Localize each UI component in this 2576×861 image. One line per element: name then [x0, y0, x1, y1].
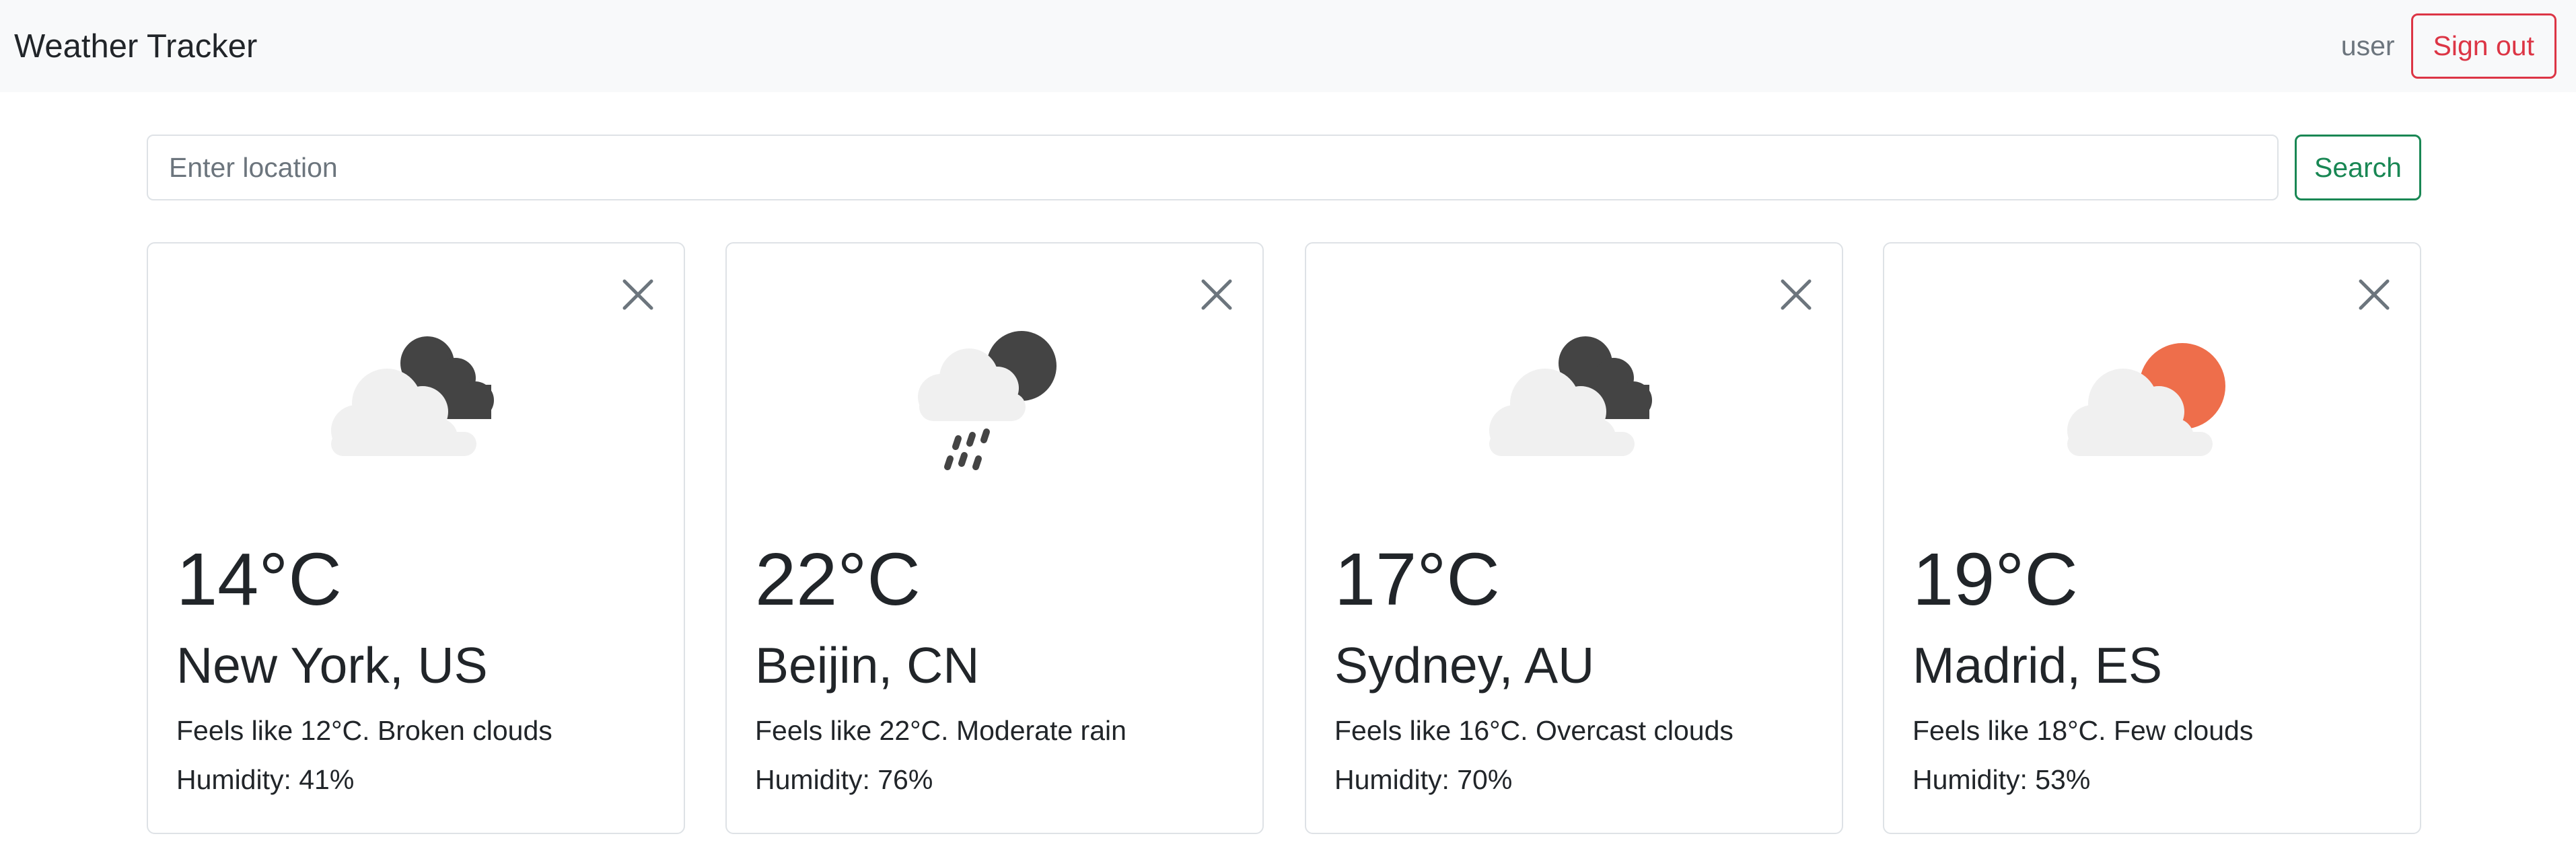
weather-card-new-york: 14°C New York, US Feels like 12°C. Broke… [147, 242, 685, 834]
close-icon[interactable] [1779, 277, 1814, 312]
rain-moon-icon [918, 331, 1057, 470]
weather-card-madrid: 19°C Madrid, ES Feels like 18°C. Few clo… [1883, 242, 2421, 834]
weather-description: Feels like 18°C. Few clouds [1912, 715, 2254, 746]
city-name: Sydney, AU [1334, 637, 1595, 694]
humidity: Humidity: 76% [755, 764, 933, 795]
close-icon[interactable] [2357, 277, 2392, 312]
navbar: Weather Tracker user Sign out [0, 0, 2576, 92]
temperature: 22°C [755, 538, 921, 621]
location-search-input[interactable] [147, 135, 2279, 200]
username: user [2340, 30, 2395, 61]
app-brand[interactable]: Weather Tracker [14, 28, 257, 65]
few-clouds-sun-icon [2067, 343, 2225, 456]
weather-description: Feels like 22°C. Moderate rain [755, 715, 1126, 746]
sign-out-button[interactable]: Sign out [2410, 13, 2556, 79]
city-name: New York, US [176, 637, 488, 694]
nav-right: user Sign out [2341, 13, 2556, 79]
humidity: Humidity: 53% [1912, 764, 2091, 795]
city-name: Beijin, CN [755, 637, 980, 694]
humidity: Humidity: 41% [176, 764, 355, 795]
weather-description: Feels like 12°C. Broken clouds [176, 715, 552, 746]
search-button[interactable]: Search [2295, 135, 2421, 200]
overcast-clouds-icon [1489, 336, 1652, 456]
close-icon[interactable] [1199, 277, 1234, 312]
weather-card-list: 14°C New York, US Feels like 12°C. Broke… [147, 242, 2421, 834]
temperature: 17°C [1334, 538, 1500, 621]
temperature: 14°C [176, 538, 342, 621]
temperature: 19°C [1912, 538, 2078, 621]
broken-clouds-icon [331, 336, 494, 456]
weather-description: Feels like 16°C. Overcast clouds [1334, 715, 1733, 746]
search-row: Search [147, 135, 2421, 200]
weather-card-sydney: 17°C Sydney, AU Feels like 16°C. Overcas… [1305, 242, 1843, 834]
humidity: Humidity: 70% [1334, 764, 1513, 795]
close-icon[interactable] [620, 277, 655, 312]
weather-card-beijin: 22°C Beijin, CN Feels like 22°C. Moderat… [725, 242, 1264, 834]
city-name: Madrid, ES [1912, 637, 2162, 694]
